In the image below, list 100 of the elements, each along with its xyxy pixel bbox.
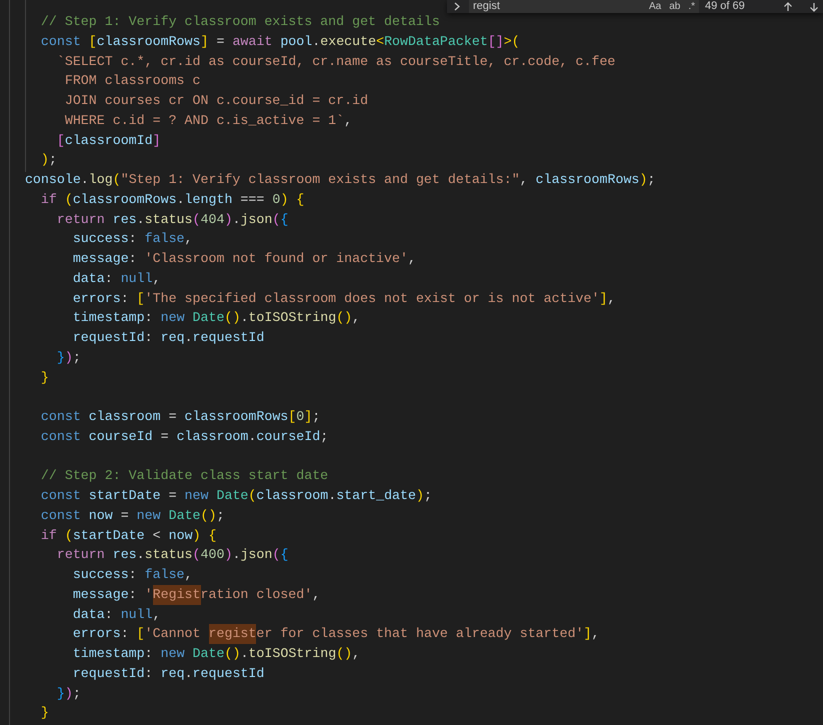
code-bracket: ) (416, 487, 424, 505)
code-comment: // Step 2: Validate class start date (40, 467, 328, 486)
code-identifier: res (112, 210, 137, 228)
code-bracket: ) (192, 526, 201, 544)
code-identifier: now (168, 526, 193, 544)
code-punctuation: , (408, 250, 416, 268)
code-identifier: timestamp (72, 645, 145, 663)
code-bracket: () (200, 506, 216, 525)
code-number: 0 (296, 408, 304, 426)
search-field[interactable]: regist Aa ab .* (469, 0, 699, 13)
code-identifier: classroomId (64, 132, 153, 150)
code-punctuation: : (144, 309, 154, 328)
code-punctuation: : (144, 645, 154, 663)
code-string: 'Classroom not found or inactive' (144, 250, 408, 268)
code-bracket: [ (88, 32, 97, 51)
code-string: 'Cannot (144, 625, 202, 644)
code-bracket: ] (304, 408, 312, 426)
code-punctuation: : (104, 270, 114, 288)
code-punctuation: . (184, 329, 193, 347)
code-bracket: ) (224, 546, 232, 564)
code-keyword: new (160, 645, 185, 663)
code-bracket: } (56, 348, 65, 367)
code-comment: // Step 1: Verify classroom exists and get details (40, 13, 440, 31)
code-bracket: () (224, 309, 240, 328)
code-type: RowDataPacket (384, 32, 488, 51)
code-identifier: data (72, 270, 105, 288)
code-punctuation: : (128, 566, 138, 584)
code-bracket: [ (56, 132, 65, 150)
code-bracket: ) (40, 151, 49, 170)
code-bracket: [ (136, 625, 145, 644)
code-identifier: success (72, 230, 129, 248)
code-identifier: classroomRows (96, 32, 200, 51)
code-punctuation: ; (320, 428, 328, 446)
code-punctuation: = (168, 487, 178, 505)
arrow-up-icon[interactable] (783, 2, 793, 12)
code-punctuation: , (184, 230, 193, 248)
code-identifier: requestId (192, 664, 264, 683)
code-identifier: classroomRows (536, 171, 640, 189)
code-bracket: } (56, 684, 65, 702)
code-bracket: [] (488, 32, 504, 51)
code-identifier: classroom (176, 428, 248, 446)
code-identifier: errors (72, 290, 121, 308)
code-punctuation: ; (647, 171, 656, 189)
search-match: Regist (152, 584, 201, 604)
code-identifier: classroomRows (72, 190, 177, 209)
code-bracket: ( (272, 546, 280, 564)
code-keyword: if (40, 526, 57, 544)
code-keyword: false (144, 230, 185, 248)
code-identifier: message (72, 250, 129, 268)
code-punctuation: , (520, 171, 529, 189)
match-count: 49 of 69 (705, 0, 745, 13)
code-bracket: ] (599, 290, 608, 308)
code-bracket: () (336, 309, 352, 328)
code-identifier: req (160, 664, 185, 683)
code-punctuation: . (80, 171, 89, 189)
code-type: Date (215, 487, 248, 505)
code-string: FROM classrooms c (64, 72, 200, 90)
code-function: toISOString (248, 309, 336, 328)
code-identifier: console (24, 171, 81, 189)
code-bracket: () (224, 645, 240, 663)
code-string: JOIN courses cr ON c.course_id = cr.id (64, 92, 368, 110)
code-punctuation: . (328, 487, 336, 505)
code-punctuation: = (120, 506, 130, 525)
code-keyword: null (120, 606, 153, 624)
code-identifier: timestamp (72, 309, 145, 328)
code-bracket: < (376, 32, 384, 51)
find-option-toggle[interactable]: .* (688, 0, 695, 13)
code-punctuation: . (240, 645, 248, 663)
code-type: Date (192, 309, 224, 328)
arrow-down-icon[interactable] (809, 2, 819, 12)
code-punctuation: === (239, 190, 266, 209)
code-identifier: success (72, 566, 129, 584)
search-query: regist (473, 0, 500, 13)
code-punctuation: , (152, 606, 161, 624)
find-option-toggle[interactable]: ab (669, 0, 680, 13)
code-function: log (88, 171, 113, 189)
code-identifier: length (184, 190, 232, 209)
code-function: status (144, 546, 193, 564)
code-punctuation: , (312, 586, 320, 604)
code-string: "Step 1: Verify classroom exists and get details:" (120, 171, 520, 189)
code-punctuation: : (128, 250, 138, 268)
code-punctuation: . (136, 546, 145, 564)
code-punctuation: : (128, 230, 138, 248)
code-punctuation: : (104, 606, 114, 624)
chevron-icon[interactable] (453, 2, 461, 11)
code-punctuation: , (344, 112, 352, 130)
code-punctuation: : (128, 586, 138, 604)
code-type: Date (168, 506, 201, 525)
code-bracket: >( (504, 32, 520, 51)
code-string: `SELECT c.*, cr.id as courseId, cr.name as courseTitle, cr.code, c.fee (56, 52, 616, 70)
code-bracket: { (208, 526, 217, 544)
find-option-toggle[interactable]: Aa (648, 0, 662, 13)
code-identifier: req (160, 329, 185, 347)
code-punctuation: = (160, 428, 170, 446)
code-punctuation: : (120, 290, 130, 308)
code-bracket: ) (224, 210, 232, 228)
code-function: toISOString (248, 645, 336, 663)
code-punctuation: , (592, 625, 600, 644)
code-bracket: ) (64, 684, 73, 702)
code-bracket: ( (192, 210, 201, 228)
